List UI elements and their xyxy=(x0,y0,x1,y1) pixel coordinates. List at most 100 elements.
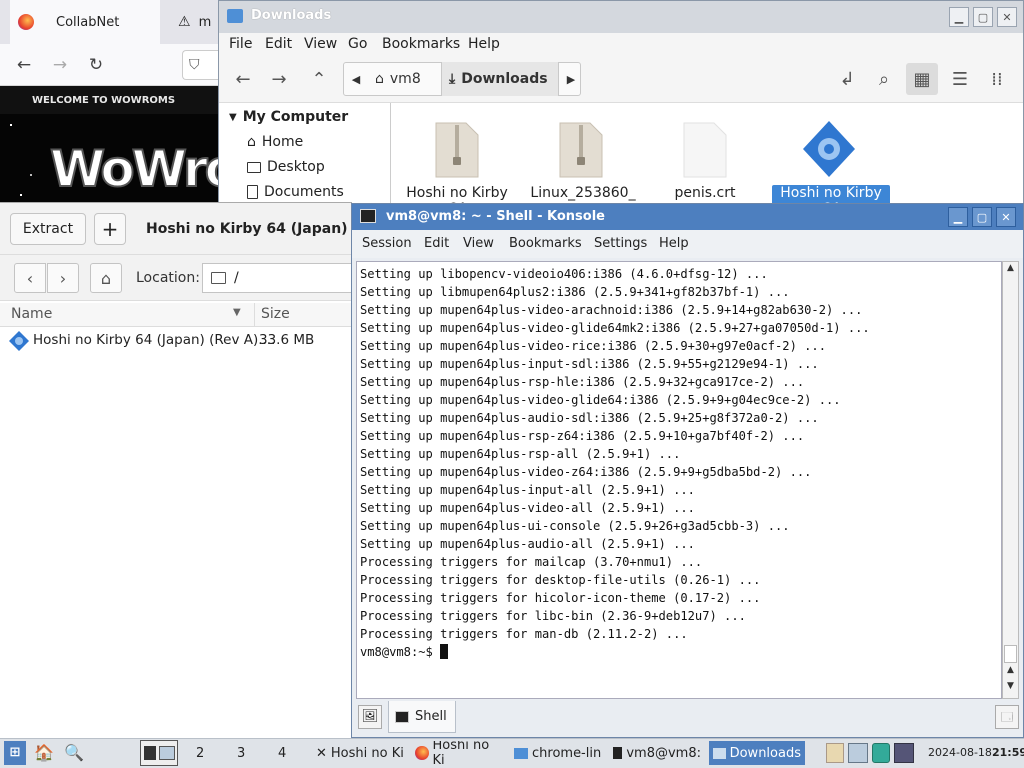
terminal-cursor xyxy=(440,644,449,659)
clipboard-tray-icon[interactable] xyxy=(826,743,844,763)
list-view-icon[interactable]: ☰ xyxy=(944,63,976,95)
desktop-pager-1[interactable] xyxy=(140,740,178,766)
minimize-button[interactable]: ▁ xyxy=(948,207,968,227)
terminal-output[interactable]: Setting up libopencv-videoio406:i386 (4.… xyxy=(356,261,1002,699)
home-folder-icon[interactable]: 🏠 xyxy=(32,741,56,765)
new-tab-icon[interactable]: 🖼 xyxy=(358,705,382,729)
breadcrumb-label: vm8 xyxy=(389,71,421,87)
browser-window: CollabNet ⚠ m ← → ↻ ⛉ WELCOME TO WOWROMS… xyxy=(0,0,230,210)
network-tray-icon[interactable] xyxy=(848,743,868,763)
menu-file[interactable]: File xyxy=(229,36,252,52)
taskbar-item-chrome[interactable]: chrome-lin xyxy=(510,741,606,765)
menu-view[interactable]: View xyxy=(463,236,494,251)
chevron-right-icon[interactable]: ▶ xyxy=(563,62,579,96)
taskbar-item-downloads[interactable]: Downloads xyxy=(709,741,805,765)
menu-help[interactable]: Help xyxy=(468,36,500,52)
forward-arrow-icon[interactable]: → xyxy=(47,52,73,78)
menu-bookmarks[interactable]: Bookmarks xyxy=(509,236,582,251)
desktop-pager-2[interactable]: 2 xyxy=(196,741,204,765)
scrollbar-thumb[interactable] xyxy=(1004,645,1017,663)
breadcrumb-vm8[interactable]: ⌂ vm8 xyxy=(375,62,421,96)
scroll-up-icon[interactable]: ▲ xyxy=(1004,665,1017,679)
compact-view-icon[interactable]: ⁞⁞ xyxy=(981,63,1013,95)
taskbar-item-browser[interactable]: Hoshi no Ki xyxy=(411,741,507,765)
maximize-button[interactable]: ▢ xyxy=(972,207,992,227)
forward-arrow-icon[interactable]: → xyxy=(263,63,295,95)
location-input[interactable]: / xyxy=(202,263,352,293)
terminal-icon xyxy=(144,746,156,760)
close-button[interactable]: ✕ xyxy=(996,207,1016,227)
column-header-name[interactable]: Name xyxy=(11,306,52,322)
warning-icon: ⚠ xyxy=(178,14,191,30)
terminal-line: Setting up mupen64plus-rsp-all (2.5.9+1)… xyxy=(360,447,681,461)
menu-settings[interactable]: Settings xyxy=(594,236,647,251)
bluetooth-tray-icon[interactable] xyxy=(872,743,890,763)
terminal-line: Processing triggers for hicolor-icon-the… xyxy=(360,591,761,605)
browser-tab-collabnet[interactable]: CollabNet xyxy=(10,0,160,44)
folder-icon xyxy=(227,9,243,23)
archive-manager-window: Extract + Hoshi no Kirby 64 (Japan) (Rev… xyxy=(0,202,404,738)
rom-gear-icon xyxy=(9,331,29,351)
file-manager-titlebar[interactable] xyxy=(219,1,1023,33)
menu-edit[interactable]: Edit xyxy=(265,36,292,52)
terminal-prompt[interactable]: vm8@vm8:~$ xyxy=(360,643,870,661)
up-arrow-icon[interactable]: ⌃ xyxy=(303,63,335,95)
taskbar-item-label: Hoshi no Ki xyxy=(432,741,490,765)
sidebar-item-documents[interactable]: Documents xyxy=(247,184,344,200)
rom-gear-icon xyxy=(803,121,855,177)
extract-button[interactable]: Extract xyxy=(10,213,86,245)
file-manager-window: Downloads ▁ ▢ ✕ File Edit View Go Bookma… xyxy=(218,0,1024,217)
sidebar-item-label: Documents xyxy=(264,184,344,200)
terminal-line: Processing triggers for mailcap (3.70+nm… xyxy=(360,555,703,569)
x-icon: ✕ xyxy=(316,745,327,761)
menu-edit[interactable]: Edit xyxy=(424,236,449,251)
close-tab-icon[interactable]: 🗔 xyxy=(995,705,1019,729)
sidebar-item-desktop[interactable]: Desktop xyxy=(247,159,325,175)
taskbar-item-konsole[interactable]: vm8@vm8: xyxy=(609,741,705,765)
folder-icon xyxy=(514,747,528,759)
terminal-scrollbar[interactable]: ▲ ▲ ▼ xyxy=(1002,261,1019,699)
minimize-button[interactable]: ▁ xyxy=(949,7,969,27)
forward-arrow-icon[interactable]: › xyxy=(47,263,79,293)
back-arrow-icon[interactable]: ← xyxy=(227,63,259,95)
sidebar-item-home[interactable]: ⌂ Home xyxy=(247,134,303,150)
tab-shell[interactable]: Shell xyxy=(388,701,456,733)
add-files-button[interactable]: + xyxy=(94,213,126,245)
taskbar-item-archive[interactable]: ✕ Hoshi no Ki xyxy=(312,741,408,765)
menu-help[interactable]: Help xyxy=(659,236,689,251)
terminal-line: Setting up mupen64plus-rsp-hle:i386 (2.5… xyxy=(360,375,805,389)
terminal-line: Setting up mupen64plus-video-glide64:i38… xyxy=(360,393,841,407)
firefox-icon xyxy=(18,14,34,30)
scroll-up-icon[interactable]: ▲ xyxy=(1004,263,1017,277)
menu-session[interactable]: Session xyxy=(362,236,412,251)
home-icon: ⌂ xyxy=(247,134,256,150)
maximize-button[interactable]: ▢ xyxy=(973,7,993,27)
terminal-line: Setting up mupen64plus-video-arachnoid:i… xyxy=(360,303,863,317)
home-icon[interactable]: ⌂ xyxy=(90,263,122,293)
desktop-pager-3[interactable]: 3 xyxy=(237,741,245,765)
back-arrow-icon[interactable]: ← xyxy=(11,52,37,78)
close-button[interactable]: ✕ xyxy=(997,7,1017,27)
site-welcome-banner: WELCOME TO WOWROMS xyxy=(0,86,230,114)
menu-bookmarks[interactable]: Bookmarks xyxy=(382,36,460,52)
start-menu-icon[interactable]: ⊞ xyxy=(4,741,26,765)
scroll-down-icon[interactable]: ▼ xyxy=(1004,681,1017,695)
menu-go[interactable]: Go xyxy=(348,36,367,52)
back-arrow-icon[interactable]: ‹ xyxy=(14,263,46,293)
display-tray-icon[interactable] xyxy=(894,743,914,763)
terminal-lines: Setting up libopencv-videoio406:i386 (4.… xyxy=(360,265,870,661)
icon-view-icon[interactable]: ▦ xyxy=(906,63,938,95)
desktop-pager-4[interactable]: 4 xyxy=(278,741,286,765)
terminal-line: Setting up libmupen64plus2:i386 (2.5.9+3… xyxy=(360,285,790,299)
breadcrumb-downloads[interactable]: ⤓ Downloads xyxy=(449,62,548,96)
window-title: vm8@vm8: ~ - Shell - Konsole xyxy=(386,209,605,224)
file-search-icon[interactable]: 🔍 xyxy=(62,741,86,765)
menu-view[interactable]: View xyxy=(304,36,337,52)
location-label: Location: xyxy=(136,270,200,286)
search-icon[interactable]: ⌕ xyxy=(868,63,900,95)
reload-icon[interactable]: ↻ xyxy=(83,52,109,78)
column-header-size[interactable]: Size xyxy=(261,306,290,322)
open-terminal-icon[interactable]: ↲ xyxy=(831,63,863,95)
chevron-left-icon[interactable]: ◀ xyxy=(347,62,365,96)
sidebar-header-my-computer[interactable]: ▼ My Computer xyxy=(229,109,348,125)
